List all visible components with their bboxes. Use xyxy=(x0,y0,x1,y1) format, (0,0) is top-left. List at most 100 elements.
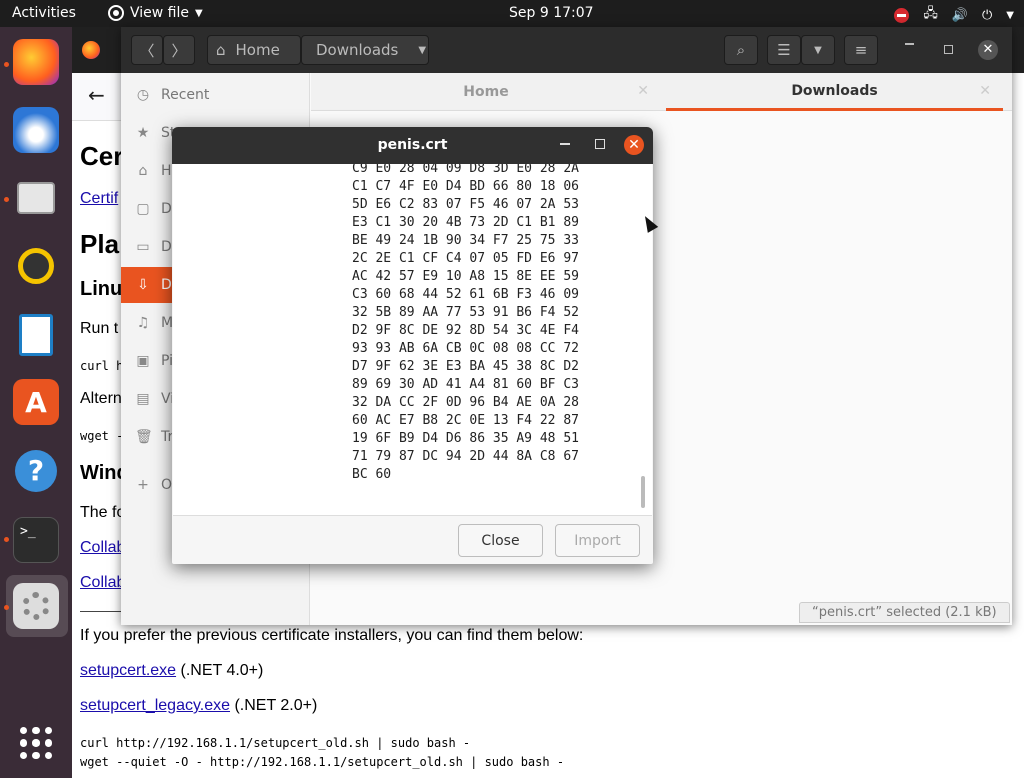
hex-line: BE 49 24 1B 90 34 F7 25 75 33 xyxy=(352,233,579,248)
close-button[interactable]: Close xyxy=(458,524,543,557)
path-home-label: Home xyxy=(235,41,280,59)
view-options-button[interactable]: ▼ xyxy=(801,35,835,65)
thunderbird-icon[interactable] xyxy=(13,107,59,153)
running-indicator xyxy=(4,197,9,202)
hex-line: D7 9F 62 3E E3 BA 45 38 8C D2 xyxy=(352,359,579,374)
download-icon: ⇩ xyxy=(137,277,149,293)
sidebar-item-label: Recent xyxy=(161,87,210,103)
running-indicator xyxy=(4,62,9,67)
hamburger-icon: ≡ xyxy=(854,41,868,59)
firefox-icon xyxy=(82,41,100,59)
sidebar-item-label: H xyxy=(161,163,172,179)
search-button[interactable]: ⌕ xyxy=(724,35,758,65)
hex-line: 32 5B 89 AA 77 53 91 B6 F4 52 xyxy=(352,305,579,320)
system-tray[interactable]: 🖧 🔊 ⏻ ▼ xyxy=(894,4,1014,26)
clock[interactable]: Sep 9 17:07 xyxy=(509,5,594,21)
minimize-button[interactable] xyxy=(905,43,914,45)
trash-icon: 🗑 xyxy=(135,429,153,445)
minimize-button[interactable] xyxy=(560,143,570,145)
firefox-icon[interactable] xyxy=(13,39,59,85)
settings-icon[interactable] xyxy=(13,583,59,629)
path-downloads-label: Downloads xyxy=(316,41,399,59)
collab-link-2[interactable]: Collab xyxy=(80,574,125,592)
hex-line: 93 93 AB 6A CB 0C 08 08 CC 72 xyxy=(352,341,579,356)
tab-home[interactable]: Home ✕ xyxy=(311,73,661,111)
power-icon[interactable]: ⏻ xyxy=(982,8,992,23)
network-icon[interactable]: 🖧 xyxy=(923,4,938,26)
import-button[interactable]: Import xyxy=(555,524,640,557)
caret-down-icon[interactable]: ▼ xyxy=(1006,10,1014,21)
close-tab-icon[interactable]: ✕ xyxy=(637,83,649,99)
setupcert-exe-link[interactable]: setupcert.exe xyxy=(80,662,176,679)
forward-button[interactable]: 〉 xyxy=(163,35,195,65)
prefer-text: If you prefer the previous certificate i… xyxy=(80,627,584,644)
back-arrow-icon[interactable]: ← xyxy=(88,83,105,107)
clock-icon: ◷ xyxy=(136,87,150,103)
close-button[interactable]: ✕ xyxy=(978,40,998,60)
back-button[interactable]: 〈 xyxy=(131,35,163,65)
search-icon: ⌕ xyxy=(736,41,746,59)
rhythmbox-icon[interactable] xyxy=(13,243,59,289)
curl-old-command: curl http://192.168.1.1/setupcert_old.sh… xyxy=(80,736,471,750)
eye-icon xyxy=(108,5,124,21)
hex-line: 2C 2E C1 CF C4 07 05 FD E6 97 xyxy=(352,251,579,266)
caret-down-icon: ▼ xyxy=(195,7,203,19)
hex-line: C1 C7 4F E0 D4 BD 66 80 18 06 xyxy=(352,179,579,194)
show-apps-icon[interactable] xyxy=(20,727,52,759)
tab-label: Downloads xyxy=(791,82,878,99)
home-icon: ⌂ xyxy=(138,163,148,179)
following-text: The fo xyxy=(80,504,126,521)
activities-button[interactable]: Activities xyxy=(12,5,76,21)
software-icon[interactable]: A xyxy=(13,379,59,425)
running-indicator xyxy=(4,537,9,542)
sidebar-item-recent[interactable]: ◷ Recent xyxy=(121,77,310,113)
hex-line: 60 AC E7 B8 2C 0E 13 F4 22 87 xyxy=(352,413,579,428)
scrollbar[interactable] xyxy=(641,476,645,508)
plus-icon: + xyxy=(137,477,149,493)
do-not-disturb-icon[interactable] xyxy=(894,7,910,23)
caret-down-icon: ▼ xyxy=(814,44,822,56)
hex-line: 89 69 30 AD 41 A4 81 60 BF C3 xyxy=(352,377,579,392)
list-icon: ☰ xyxy=(777,41,791,59)
hex-line: C3 60 68 44 52 61 6B F3 46 09 xyxy=(352,287,579,302)
run-text: Run t xyxy=(80,320,119,337)
close-window-button[interactable]: ✕ xyxy=(624,135,644,155)
list-view-button[interactable]: ☰ xyxy=(767,35,801,65)
hex-line: C9 E0 28 04 09 D8 3D E0 28 2A xyxy=(352,164,579,176)
desktop-icon: ▢ xyxy=(136,201,150,217)
dialog-titlebar: penis.crt ✕ xyxy=(172,127,653,164)
terminal-icon[interactable]: >_ xyxy=(13,517,59,563)
curl-command: curl h xyxy=(80,359,124,373)
selection-status: “penis.crt” selected (2.1 kB) xyxy=(799,602,1010,623)
setupcert-legacy-note: (.NET 2.0+) xyxy=(230,697,318,714)
help-icon[interactable]: ? xyxy=(13,448,59,494)
music-icon: ♫ xyxy=(136,315,150,331)
tab-downloads[interactable]: Downloads ✕ xyxy=(666,73,1003,111)
certificate-link[interactable]: Certif xyxy=(80,190,118,208)
top-bar: Activities View file ▼ Sep 9 17:07 🖧 🔊 ⏻… xyxy=(0,0,1024,27)
sidebar-item-label: O xyxy=(161,477,173,493)
alternative-text: Altern xyxy=(80,390,122,407)
files-headerbar: 〈 〉 ⌂ Home Downloads ▼ ⌕ ☰ ▼ ≡ ✕ xyxy=(121,27,1012,73)
path-home-button[interactable]: ⌂ Home xyxy=(207,35,301,65)
app-menu[interactable]: View file ▼ xyxy=(108,5,203,21)
hex-line: E3 C1 30 20 4B 73 2D C1 B1 89 xyxy=(352,215,579,230)
collab-link-1[interactable]: Collab xyxy=(80,539,125,557)
menu-button[interactable]: ≡ xyxy=(844,35,878,65)
running-indicator xyxy=(4,605,9,610)
writer-icon[interactable] xyxy=(13,312,59,358)
files-icon[interactable] xyxy=(13,175,59,221)
platform-heading: Pla xyxy=(80,229,120,259)
maximize-button[interactable] xyxy=(595,139,605,149)
hex-line: 71 79 87 DC 94 2D 44 8A C8 67 xyxy=(352,449,579,464)
hex-line: AC 42 57 E9 10 A8 15 8E EE 59 xyxy=(352,269,579,284)
dialog-title: penis.crt xyxy=(377,137,448,153)
volume-icon[interactable]: 🔊 xyxy=(952,8,968,23)
setupcert-legacy-link[interactable]: setupcert_legacy.exe xyxy=(80,697,230,714)
maximize-button[interactable] xyxy=(944,45,953,54)
setupcert-legacy-line: setupcert_legacy.exe (.NET 2.0+) xyxy=(80,697,317,715)
linux-heading: Linu xyxy=(80,278,123,300)
certificate-hex-view[interactable]: C9 E0 28 04 09 D8 3D E0 28 2A C1 C7 4F E0… xyxy=(173,164,652,516)
close-tab-icon[interactable]: ✕ xyxy=(979,83,991,99)
path-downloads-button[interactable]: Downloads ▼ xyxy=(301,35,429,65)
